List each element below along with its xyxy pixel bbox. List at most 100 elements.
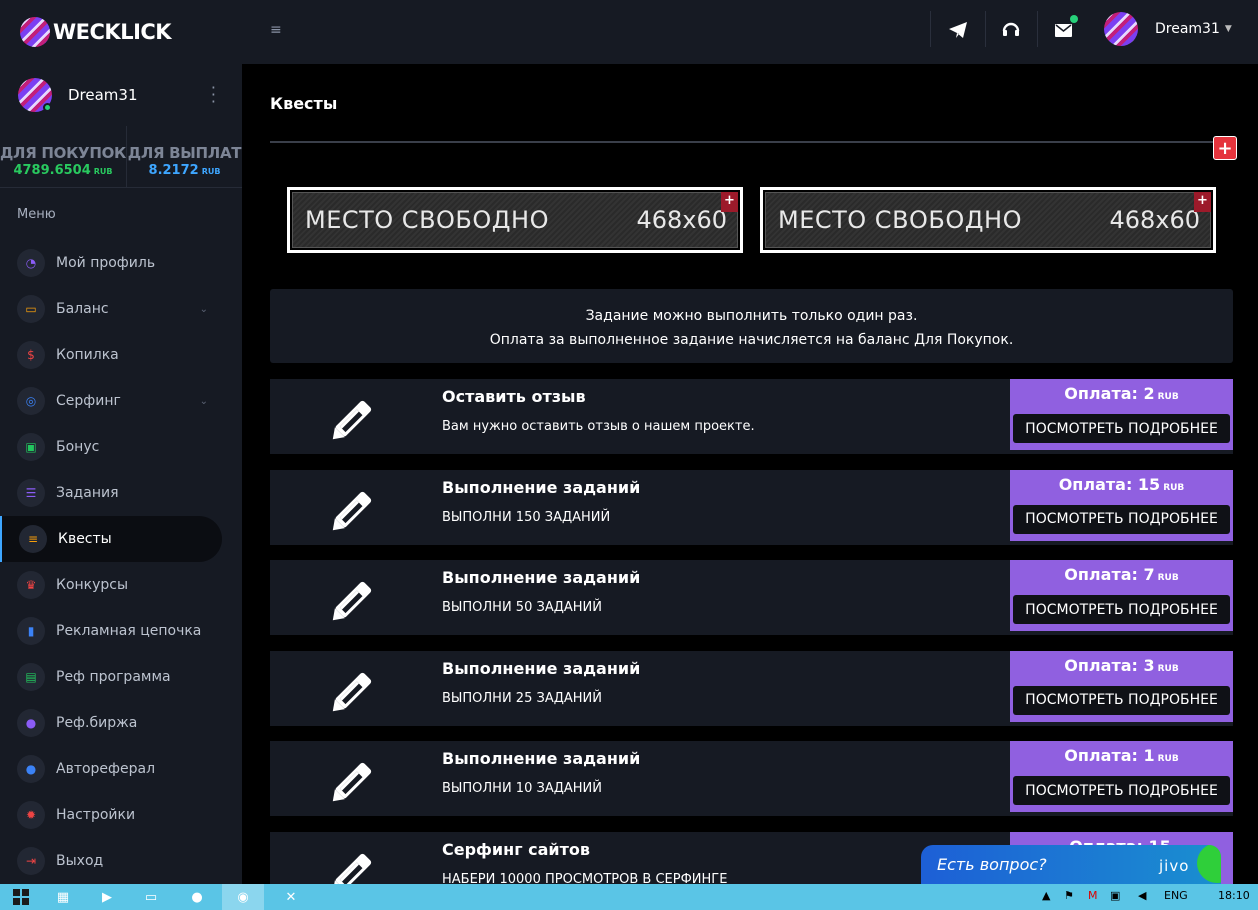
- divider: [270, 141, 1235, 143]
- hamburger-icon[interactable]: ≡: [270, 22, 282, 38]
- ad-banner[interactable]: МЕСТО СВОБОДНО 468x60 +: [287, 187, 743, 253]
- sidebar-item-label: Автореферал: [56, 761, 156, 777]
- sidebar-item[interactable]: ▭ Баланс ⌄: [0, 286, 242, 332]
- payment-amount: 7: [1143, 565, 1155, 584]
- sidebar-item[interactable]: ▣ Бонус: [0, 424, 242, 470]
- balance-purchases: ДЛЯ ПОКУПОК 4789.6504 RUB: [0, 126, 126, 187]
- payment-box: Оплата: 1 RUB ПОСМОТРЕТЬ ПОДРОБНЕЕ: [1010, 741, 1233, 812]
- logo[interactable]: WECKLICK: [0, 0, 242, 64]
- kebab-menu-icon[interactable]: · · ·: [211, 80, 216, 110]
- quest-description: ВЫПОЛНИ 150 ЗАДАНИЙ: [442, 509, 611, 525]
- ad-size: 468x60: [636, 206, 727, 234]
- chevron-down-icon: ▼: [1224, 24, 1232, 34]
- firefox-icon[interactable]: ●: [176, 884, 218, 910]
- ad-add-icon[interactable]: +: [721, 192, 738, 212]
- fingerprint-icon: ◎: [17, 387, 45, 415]
- tray-expand-icon[interactable]: ▲: [1042, 889, 1050, 902]
- sidebar-item-label: Настройки: [56, 807, 136, 823]
- quest-description: ВЫПОЛНИ 50 ЗАДАНИЙ: [442, 600, 602, 615]
- sidebar-item[interactable]: ☰ Задания: [0, 470, 242, 516]
- bar-chart-icon: ▮: [17, 617, 45, 645]
- sidebar-item[interactable]: ▤ Реф программа: [0, 654, 242, 700]
- antivirus-icon[interactable]: M: [1088, 889, 1098, 902]
- view-details-button[interactable]: ПОСМОТРЕТЬ ПОДРОБНЕЕ: [1013, 595, 1230, 624]
- chevron-down-icon[interactable]: ⌄: [200, 304, 208, 315]
- ad-banner[interactable]: МЕСТО СВОБОДНО 468x60 +: [760, 187, 1216, 253]
- sidebar-item[interactable]: ≡ Квесты: [0, 516, 222, 562]
- balance-title: ДЛЯ ПОКУПОК: [0, 144, 126, 162]
- avatar[interactable]: [18, 78, 52, 112]
- sidebar-item-label: Реф программа: [56, 669, 171, 685]
- balance-value: 4789.6504: [13, 163, 91, 178]
- chrome-icon[interactable]: ◉: [222, 884, 264, 910]
- payment-currency: RUB: [1163, 482, 1185, 493]
- sidebar-item-label: Выход: [56, 853, 104, 869]
- users-icon: ●: [17, 709, 45, 737]
- add-button[interactable]: +: [1213, 136, 1237, 160]
- sidebar-item[interactable]: ▮ Рекламная цепочка: [0, 608, 242, 654]
- powershell-icon[interactable]: ▶: [86, 884, 128, 910]
- sidebar-item-label: Бонус: [56, 439, 100, 455]
- sidebar-item[interactable]: ✹ Настройки: [0, 792, 242, 838]
- language-indicator[interactable]: ENG: [1164, 889, 1188, 902]
- menu-title: Меню: [17, 207, 56, 222]
- telegram-icon[interactable]: [946, 18, 970, 42]
- sidebar-item[interactable]: ● Реф.биржа: [0, 700, 242, 746]
- logo-text: WECKLICK: [53, 20, 172, 44]
- sidebar-menu: ◔ Мой профиль ▭ Баланс ⌄ $ Копилка ◎ Серфинг ⌄ ▣ Бо…: [0, 234, 242, 884]
- payment-currency: RUB: [1157, 754, 1179, 764]
- sidebar-item[interactable]: ◔ Мой профиль: [0, 240, 242, 286]
- sidebar-item[interactable]: $ Копилка: [0, 332, 242, 378]
- mail-icon[interactable]: [1051, 15, 1078, 42]
- quest-description: ВЫПОЛНИ 10 ЗАДАНИЙ: [442, 781, 602, 796]
- sidebar-item-label: Баланс: [56, 301, 109, 317]
- main-content: Квесты + МЕСТО СВОБОДНО 468x60 + МЕСТО СВО…: [242, 64, 1258, 907]
- chat-widget[interactable]: Есть вопрос? jivo: [921, 845, 1221, 889]
- headset-icon[interactable]: [999, 18, 1023, 42]
- chevron-down-icon[interactable]: ⌄: [200, 396, 208, 407]
- clock[interactable]: 18:10: [1218, 889, 1250, 902]
- payment-currency: RUB: [1157, 573, 1179, 583]
- top-header: ≡ Dream31 ▼: [242, 0, 1258, 64]
- payment-amount: 2: [1143, 384, 1155, 403]
- quest-card: Выполнение заданий ВЫПОЛНИ 50 ЗАДАНИЙ Опла…: [270, 560, 1233, 635]
- file-explorer-icon[interactable]: ▭: [130, 884, 172, 910]
- pencil-icon: [328, 755, 380, 805]
- chat-status-icon: [1197, 845, 1221, 883]
- payment-box: Оплата: 3 RUB ПОСМОТРЕТЬ ПОДРОБНЕЕ: [1010, 650, 1233, 722]
- network-app-icon[interactable]: ▦: [42, 884, 84, 910]
- sidebar-item[interactable]: ♛ Конкурсы: [0, 562, 242, 608]
- sidebar-item-label: Серфинг: [56, 393, 121, 409]
- balance-value: 8.2172: [148, 163, 199, 178]
- flag-icon[interactable]: ⚑: [1064, 889, 1074, 902]
- online-status-dot: [43, 103, 52, 112]
- network-icon[interactable]: ▣: [1110, 889, 1120, 902]
- quest-card: Выполнение заданий ВЫПОЛНИ 10 ЗАДАНИЙ Опла…: [270, 741, 1233, 816]
- sidebar-item-label: Конкурсы: [56, 577, 129, 593]
- quest-title: Выполнение заданий: [442, 658, 641, 678]
- quest-title: Выполнение заданий: [442, 568, 641, 587]
- gauge-icon: ◔: [17, 249, 45, 277]
- payment-currency: RUB: [1157, 392, 1179, 402]
- sidebar-item-label: Рекламная цепочка: [56, 623, 202, 639]
- contact-card-icon: ▤: [17, 663, 45, 691]
- view-details-button[interactable]: ПОСМОТРЕТЬ ПОДРОБНЕЕ: [1013, 504, 1230, 534]
- sidebar: WECKLICK Dream31 · · · ДЛЯ ПОКУПОК 4789.65…: [0, 0, 242, 884]
- app-icon[interactable]: ✕: [270, 884, 312, 910]
- ad-add-icon[interactable]: +: [1194, 192, 1211, 212]
- view-details-button[interactable]: ПОСМОТРЕТЬ ПОДРОБНЕЕ: [1013, 414, 1230, 443]
- user-icon: ●: [17, 755, 45, 783]
- sidebar-item[interactable]: ● Автореферал: [0, 746, 242, 792]
- header-user-name: Dream31: [1155, 21, 1220, 37]
- sidebar-item[interactable]: ⇥ Выход: [0, 838, 242, 884]
- header-user[interactable]: Dream31 ▼: [1104, 12, 1232, 46]
- view-details-button[interactable]: ПОСМОТРЕТЬ ПОДРОБНЕЕ: [1013, 776, 1230, 805]
- list-icon: ☰: [17, 479, 45, 507]
- sidebar-item-label: Квесты: [58, 531, 112, 547]
- windows-start-icon[interactable]: [0, 884, 42, 910]
- volume-icon[interactable]: ◀: [1138, 889, 1146, 902]
- payment-label: Оплата:: [1064, 384, 1138, 403]
- chat-question: Есть вопрос?: [937, 855, 1047, 874]
- sidebar-item[interactable]: ◎ Серфинг ⌄: [0, 378, 242, 424]
- view-details-button[interactable]: ПОСМОТРЕТЬ ПОДРОБНЕЕ: [1013, 685, 1230, 715]
